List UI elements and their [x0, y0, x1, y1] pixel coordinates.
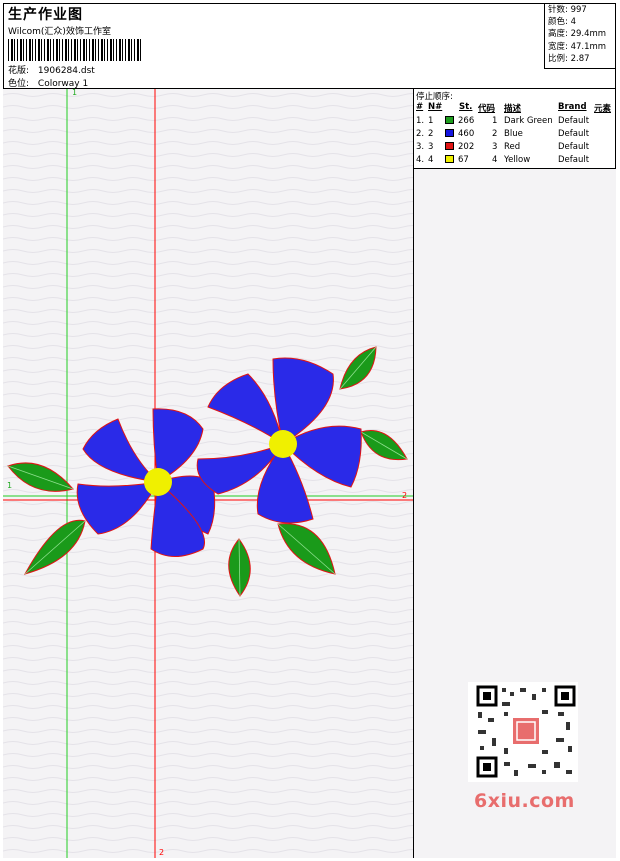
col-header-st: St. — [459, 102, 473, 112]
col-header-code: 代码 — [478, 104, 496, 114]
qr-code — [468, 682, 578, 782]
green-axis-label-top: 1 — [72, 89, 78, 97]
header: 生产作业图 Wilcom(汇众)效饰工作室 花版: 1906284.dst 色位… — [3, 3, 616, 89]
embroidery-preview — [3, 89, 413, 858]
stat-width: 宽度: 47.1mm — [548, 41, 607, 52]
stat-height: 高度: 29.4mm — [548, 29, 607, 40]
stat-stitches: 针数: 997 — [548, 5, 587, 15]
colorway-row: 色位: Colorway 1 — [8, 76, 88, 89]
color-swatch — [445, 116, 454, 124]
col-header-brand: Brand — [558, 102, 587, 112]
red-axis-label-right: 2 — [402, 491, 408, 500]
green-axis-label-left: 1 — [7, 481, 13, 490]
design-canvas: 1 1 2 2 — [3, 89, 414, 858]
stat-colors: 颜色: 4 — [548, 17, 576, 28]
stop-sequence-panel: 停止顺序: # N# St. 代码 描述 Brand 元素 1. 1 266 1… — [414, 89, 616, 169]
design-value: 1906284.dst — [37, 66, 95, 76]
table-row: 2. 2 460 2 Blue Default — [416, 129, 590, 139]
design-row: 花版: 1906284.dst — [8, 63, 95, 76]
col-header-num: # — [416, 102, 424, 112]
table-row: 1. 1 266 1 Dark Green Default — [416, 116, 590, 126]
color-swatch — [445, 129, 454, 137]
table-row: 3. 3 202 3 Red Default — [416, 142, 590, 152]
stop-sequence-title: 停止顺序: — [416, 92, 453, 102]
page-title: 生产作业图 — [8, 7, 83, 23]
stat-scale: 比例: 2.87 — [548, 53, 590, 64]
col-header-desc: 描述 — [504, 104, 522, 114]
color-swatch — [445, 155, 454, 163]
design-label: 花版: — [8, 66, 30, 76]
col-header-n: N# — [428, 102, 443, 112]
stats-box: 针数: 997 颜色: 4 高度: 29.4mm 宽度: 47.1mm 比例: … — [544, 3, 616, 69]
colorway-value: Colorway 1 — [37, 79, 89, 89]
table-row: 4. 4 67 4 Yellow Default — [416, 155, 590, 165]
col-header-element: 元素 — [594, 104, 612, 114]
colorway-label: 色位: — [8, 79, 30, 89]
barcode — [8, 39, 143, 61]
watermark: 6xiu.com — [474, 790, 575, 812]
red-axis-label-bottom: 2 — [159, 848, 165, 857]
color-swatch — [445, 142, 454, 150]
company-name: Wilcom(汇众)效饰工作室 — [8, 27, 111, 37]
